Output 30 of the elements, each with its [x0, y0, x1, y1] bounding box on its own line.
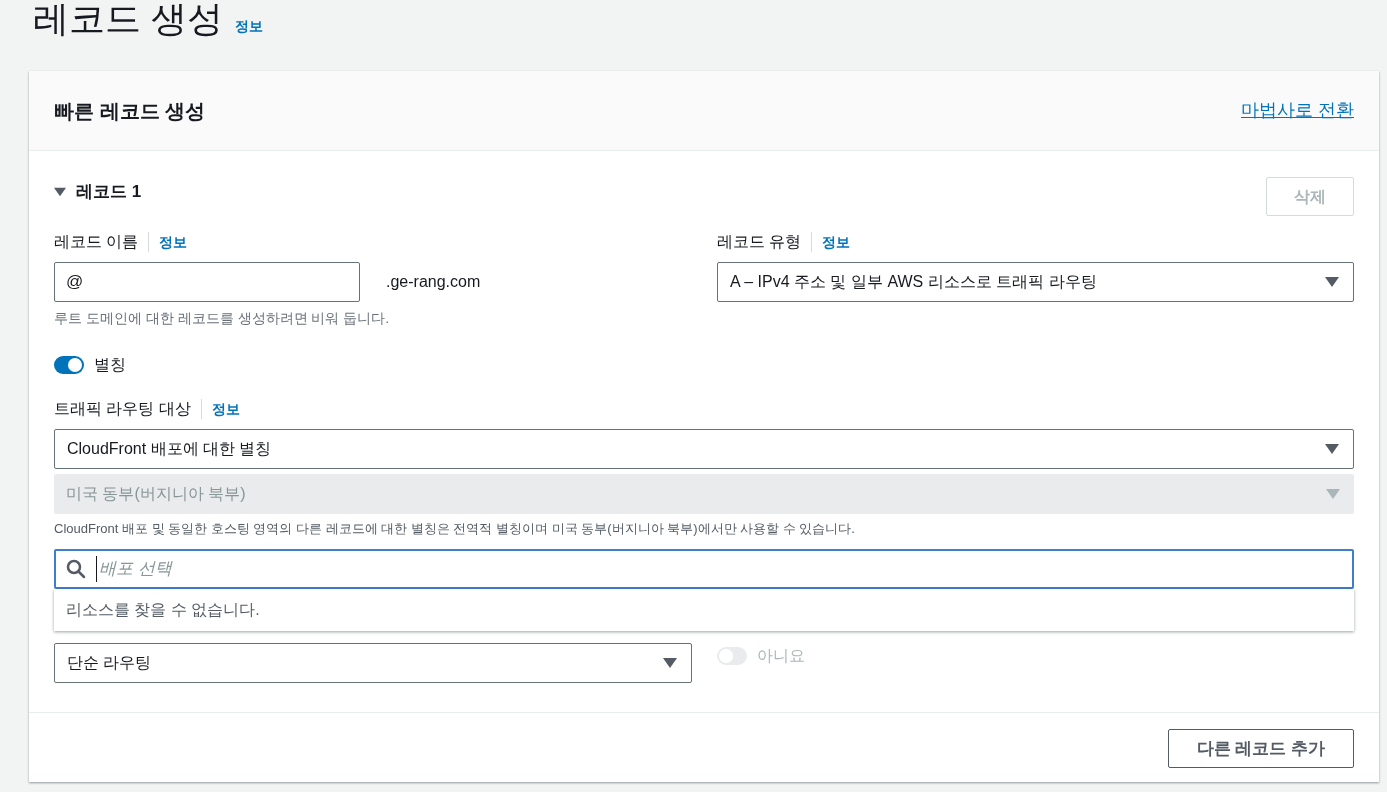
field-hint: CloudFront 배포 및 동일한 호스팅 영역의 다른 레코드에 대한 별칭은 전역적 별칭이며 미국 동부(버지니아 북부)에서만 사용할 수 있습니다. — [54, 520, 856, 538]
record-expander[interactable]: 레코드 1 — [54, 179, 142, 205]
caret-down-icon — [1325, 444, 1339, 454]
record-name-field[interactable]: @ — [54, 262, 360, 302]
card-title: 빠른 레코드 생성 — [54, 98, 206, 124]
page-title: 레코드 생성 — [33, 0, 223, 39]
toggle-label: 별칭 — [94, 355, 126, 375]
caret-down-icon — [54, 186, 66, 197]
field-label: 레코드 유형 — [717, 232, 802, 252]
caret-down-icon — [663, 658, 677, 668]
wizard-link[interactable]: 마법사로 전환 — [1241, 97, 1354, 124]
info-link[interactable]: 정보 — [235, 16, 263, 37]
info-link[interactable]: 정보 — [822, 231, 851, 253]
info-link[interactable]: 정보 — [211, 398, 240, 420]
empty-results-message: 리소스를 찾을 수 없습니다. — [54, 589, 1354, 631]
search-icon — [66, 559, 86, 579]
routing-policy-select[interactable]: 단순 라우팅 — [54, 643, 692, 683]
caret-down-icon — [1326, 489, 1340, 499]
toggle-label: 아니요 — [757, 646, 805, 666]
field-label: 레코드 이름 — [54, 232, 139, 252]
distribution-search-input[interactable]: 배포 선택 — [96, 556, 1352, 582]
toggle-switch[interactable] — [54, 356, 84, 374]
field-label: 트래픽 라우팅 대상 — [54, 399, 191, 419]
add-record-button[interactable]: 다른 레코드 추가 — [1168, 729, 1354, 768]
record-type-select[interactable]: A – IPv4 주소 및 일부 AWS 리소스로 트래픽 라우팅 — [717, 262, 1354, 302]
field-hint: 루트 도메인에 대한 레코드를 생성하려면 비워 둡니다. — [54, 309, 391, 328]
caret-down-icon — [1325, 277, 1339, 287]
info-link[interactable]: 정보 — [159, 231, 188, 253]
domain-suffix: .ge-rang.com — [386, 272, 481, 292]
routing-target-select[interactable]: CloudFront 배포에 대한 별칭 — [54, 429, 1354, 469]
